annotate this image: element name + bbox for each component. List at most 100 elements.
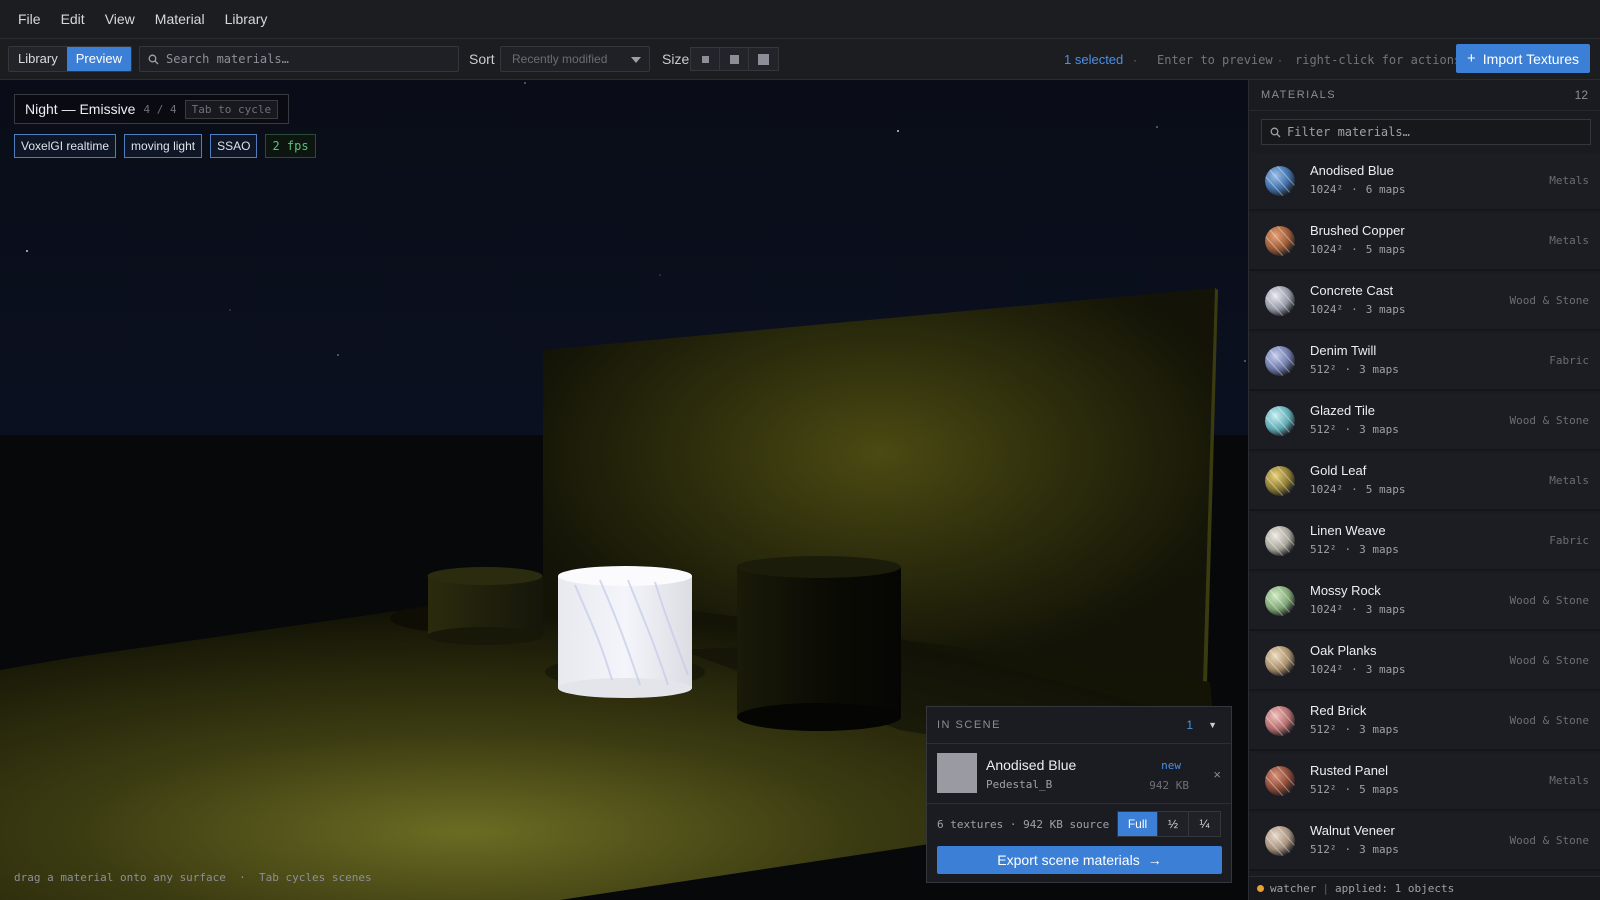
material-preview-sphere [1265,346,1295,376]
search-icon [148,54,159,64]
tag-moving-light: moving light [124,134,203,158]
material-name: Glazed Tile [1310,403,1376,418]
tab-preview[interactable]: Preview [66,47,131,71]
filter-input[interactable] [1287,125,1577,139]
material-category: Metals [1549,174,1589,187]
size-medium-button[interactable] [720,48,749,70]
material-name: Mossy Rock [1310,583,1381,598]
resolution-full-button[interactable]: Full [1118,812,1158,836]
status-separator: | [1322,882,1329,895]
material-list-item[interactable]: Linen Weave 512² · 3 maps Fabric [1249,513,1600,571]
material-list-item[interactable]: Brushed Copper 1024² · 5 maps Metals [1249,213,1600,271]
chevron-down-icon[interactable]: ▼ [1208,720,1217,730]
menu-bar: File Edit View Material Library [0,0,1600,39]
material-list-item[interactable]: Mossy Rock 1024² · 3 maps Wood & Stone [1249,573,1600,631]
plus-icon: + [1467,50,1476,67]
in-scene-panel: IN SCENE 1 ▼ Anodised Blue Pedestal_B ne… [926,706,1232,883]
material-list-item[interactable]: Glazed Tile 512² · 3 maps Wood & Stone [1249,393,1600,451]
menu-edit[interactable]: Edit [61,11,85,27]
material-category: Metals [1549,474,1589,487]
material-maps: 5 maps [1359,783,1399,796]
sort-select[interactable]: Recently modified [500,46,650,72]
material-name: Denim Twill [1310,343,1377,358]
material-list-item[interactable]: Anodised Blue 1024² · 6 maps Metals [1249,153,1600,211]
material-meta: 1024² · 6 maps [1310,183,1406,196]
material-list-item[interactable]: Rusted Panel 512² · 5 maps Metals [1249,753,1600,811]
in-scene-item[interactable]: Anodised Blue Pedestal_B new 942 KB × [937,753,1223,795]
export-label: Export scene materials [997,852,1140,868]
toolbar: Library Preview Sort Recently modified S… [0,39,1600,80]
material-category: Wood & Stone [1509,594,1589,607]
material-category: Fabric [1549,534,1589,547]
separator-dot: · [1133,53,1137,67]
in-scene-header: IN SCENE 1 ▼ [927,707,1231,744]
material-category: Wood & Stone [1509,294,1589,307]
menu-library[interactable]: Library [225,11,268,27]
material-size: 1024² [1310,303,1344,316]
menu-view[interactable]: View [105,11,135,27]
material-list-item[interactable]: Concrete Cast 1024² · 3 maps Wood & Stone [1249,273,1600,331]
resolution-toggle: Full ½ ¼ [1117,811,1221,837]
material-maps: 3 maps [1359,843,1399,856]
separator-dot: · [1344,363,1352,376]
tab-library[interactable]: Library [9,47,67,71]
material-preview-sphere [1265,826,1295,856]
material-maps: 6 maps [1365,183,1406,196]
materials-header: MATERIALS 12 [1249,80,1600,111]
material-meta: 512² · 3 maps [1310,843,1399,856]
scene-counter: 4 / 4 [143,102,177,116]
material-size: 512² [1310,543,1337,556]
material-name: Anodised Blue [1310,163,1394,178]
resolution-quarter-button[interactable]: ¼ [1189,812,1220,836]
render-tags: VoxelGI realtime moving light SSAO 2 fps [14,134,316,158]
resolution-half-button[interactable]: ½ [1158,812,1189,836]
in-scene-count: 1 [1186,718,1193,732]
material-name: Linen Weave [1310,523,1386,538]
chevron-down-icon [631,57,641,63]
material-size: 512² [1310,723,1337,736]
import-textures-button[interactable]: + Import Textures [1456,44,1590,73]
material-list-item[interactable]: Oak Planks 1024² · 3 maps Wood & Stone [1249,633,1600,691]
material-preview-sphere [1265,706,1295,736]
export-scene-materials-button[interactable]: Export scene materials → [937,846,1222,874]
size-label: Size [662,51,690,67]
material-preview-sphere [1265,586,1295,616]
material-meta: 512² · 3 maps [1310,723,1399,736]
in-scene-size: 942 KB [1149,779,1189,792]
close-icon[interactable]: × [1213,767,1221,782]
material-size: 1024² [1310,603,1344,616]
material-category: Wood & Stone [1509,654,1589,667]
material-maps: 3 maps [1359,363,1399,376]
separator-dot: · [1344,423,1352,436]
search-icon [1270,127,1281,137]
material-list-item[interactable]: Red Brick 512² · 3 maps Wood & Stone [1249,693,1600,751]
in-scene-material-name: Anodised Blue [986,757,1077,773]
materials-sidebar: MATERIALS 12 Anodised Blue 1024² · 6 maps Me… [1248,80,1600,900]
new-badge: new [1161,759,1181,772]
scene-title: Night — Emissive [25,101,136,117]
size-small-button[interactable] [691,48,720,70]
source-summary: 6 textures · 942 KB source [937,818,1110,831]
material-maps: 3 maps [1359,543,1399,556]
material-list-item[interactable]: Denim Twill 512² · 3 maps Fabric [1249,333,1600,391]
material-size: 1024² [1310,183,1344,196]
sort-label: Sort [469,51,495,67]
menu-material[interactable]: Material [155,11,205,27]
materials-list: Anodised Blue 1024² · 6 maps Metals Brushed C… [1249,153,1600,873]
material-name: Rusted Panel [1310,763,1389,778]
material-list-item[interactable]: Gold Leaf 1024² · 5 maps Metals [1249,453,1600,511]
material-preview-sphere [1265,526,1295,556]
material-maps: 3 maps [1359,723,1399,736]
material-list-item[interactable]: Walnut Veneer 512² · 3 maps Wood & Stone [1249,813,1600,871]
material-size: 512² [1310,423,1337,436]
menu-file[interactable]: File [18,11,41,27]
search-input[interactable] [166,52,446,66]
material-maps: 3 maps [1359,423,1399,436]
material-category: Wood & Stone [1509,834,1589,847]
filter-box [1261,119,1591,145]
watcher-label: watcher [1270,882,1317,895]
separator-dot: · [1344,783,1352,796]
material-category: Metals [1549,234,1589,247]
separator-dot: · [1351,603,1358,616]
size-large-button[interactable] [749,48,778,70]
